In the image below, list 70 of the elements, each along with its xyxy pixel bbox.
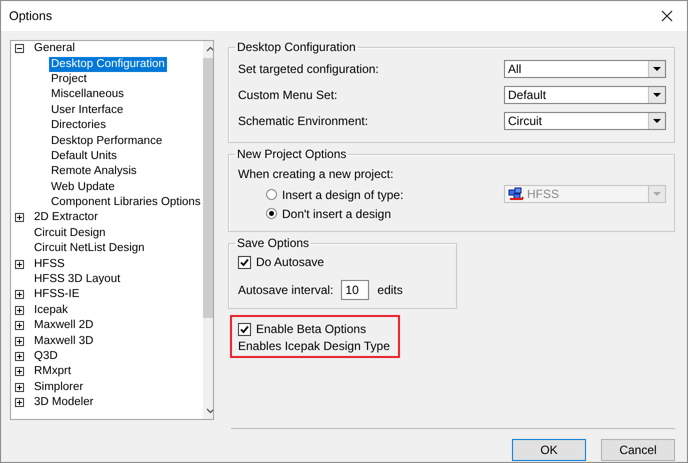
tree-item[interactable]: Default Units (49, 148, 119, 164)
tree-item[interactable]: HFSS 3D Layout (32, 272, 122, 288)
unit-label: edits (377, 283, 403, 297)
tree-item[interactable]: Project (49, 72, 89, 87)
scrollbar[interactable] (202, 41, 213, 419)
field-label: Custom Menu Set: (238, 88, 338, 102)
radio-label: Insert a design of type: (282, 188, 404, 202)
dropdown-arrow-icon (653, 119, 661, 123)
checkbox-label: Enable Beta Options (256, 322, 366, 336)
tree-item[interactable]: Desktop Performance (49, 134, 164, 149)
expander-icon[interactable] (15, 367, 24, 376)
tree-item[interactable]: Simplorer (32, 380, 86, 395)
expander-icon[interactable] (15, 352, 24, 361)
tree-item[interactable]: User Interface (49, 102, 126, 118)
tree-item[interactable]: 2D Extractor (32, 210, 100, 226)
checkbox-label: Do Autosave (256, 255, 324, 269)
field-label: Schematic Environment: (238, 114, 368, 128)
tree-item[interactable]: Miscellaneous (49, 87, 126, 102)
tree-item[interactable]: RMxprt (32, 364, 74, 380)
tree-item[interactable]: Maxwell 2D (32, 318, 96, 334)
field-label: Set targeted configuration: (238, 62, 379, 76)
dropdown-arrow-icon (653, 93, 661, 97)
dialog-button[interactable]: OK (512, 439, 586, 461)
tree-item[interactable]: General (32, 41, 77, 56)
expander-icon[interactable] (15, 44, 24, 54)
expander-icon[interactable] (15, 321, 24, 330)
scroll-down-icon[interactable] (206, 408, 213, 414)
field-label: Autosave interval: (238, 283, 334, 297)
close-icon[interactable] (661, 10, 673, 22)
prompt-text: When creating a new project: (238, 167, 394, 181)
tree-item[interactable]: Circuit NetList Design (32, 241, 147, 256)
dropdown-arrow-icon (653, 67, 661, 71)
dropdown-arrow-icon (653, 192, 661, 196)
scroll-up-icon[interactable] (206, 46, 213, 52)
design-type-icon (508, 187, 524, 201)
tree-item[interactable]: Remote Analysis (49, 164, 139, 180)
scroll-thumb[interactable] (202, 58, 213, 318)
tree-item[interactable]: 3D Modeler (32, 395, 96, 410)
radio-button[interactable] (266, 208, 277, 219)
tree-item[interactable]: Maxwell 3D (32, 334, 96, 349)
tree-item[interactable]: Circuit Design (32, 226, 108, 241)
expander-icon[interactable] (15, 290, 24, 300)
radio-label: Don't insert a design (282, 206, 392, 220)
radio-button[interactable] (266, 189, 277, 200)
tree-item[interactable]: Web Update (49, 180, 117, 195)
interval-field[interactable]: 10 (341, 280, 370, 300)
expander-icon[interactable] (15, 336, 24, 346)
tree-item[interactable]: Directories (49, 118, 108, 134)
checkbox[interactable] (238, 322, 251, 336)
expander-icon[interactable] (15, 398, 24, 408)
group-title: New Project Options (236, 147, 348, 161)
expander-icon[interactable] (15, 306, 24, 315)
dropdown[interactable]: Default (504, 86, 666, 104)
group-title: Desktop Configuration (236, 40, 357, 54)
dialog-button[interactable]: Cancel (601, 439, 675, 461)
tree-item[interactable]: Component Libraries Options (49, 195, 203, 210)
tree-item[interactable]: Desktop Configuration (49, 56, 167, 72)
dropdown[interactable]: All (504, 60, 666, 78)
tree-item[interactable]: Q3D (32, 349, 60, 364)
dropdown[interactable]: Circuit (504, 112, 666, 130)
window-title: Options (9, 9, 52, 23)
group-title: Save Options (236, 236, 310, 250)
expander-icon[interactable] (15, 260, 24, 269)
expander-icon[interactable] (15, 382, 24, 392)
expander-icon[interactable] (15, 213, 24, 222)
tree-item[interactable]: Icepak (32, 302, 70, 318)
tree-item[interactable]: HFSS (32, 256, 67, 272)
checkbox[interactable] (238, 256, 251, 268)
note-text: Enables Icepak Design Type (238, 339, 390, 353)
tree-item[interactable]: HFSS-IE (32, 287, 82, 302)
